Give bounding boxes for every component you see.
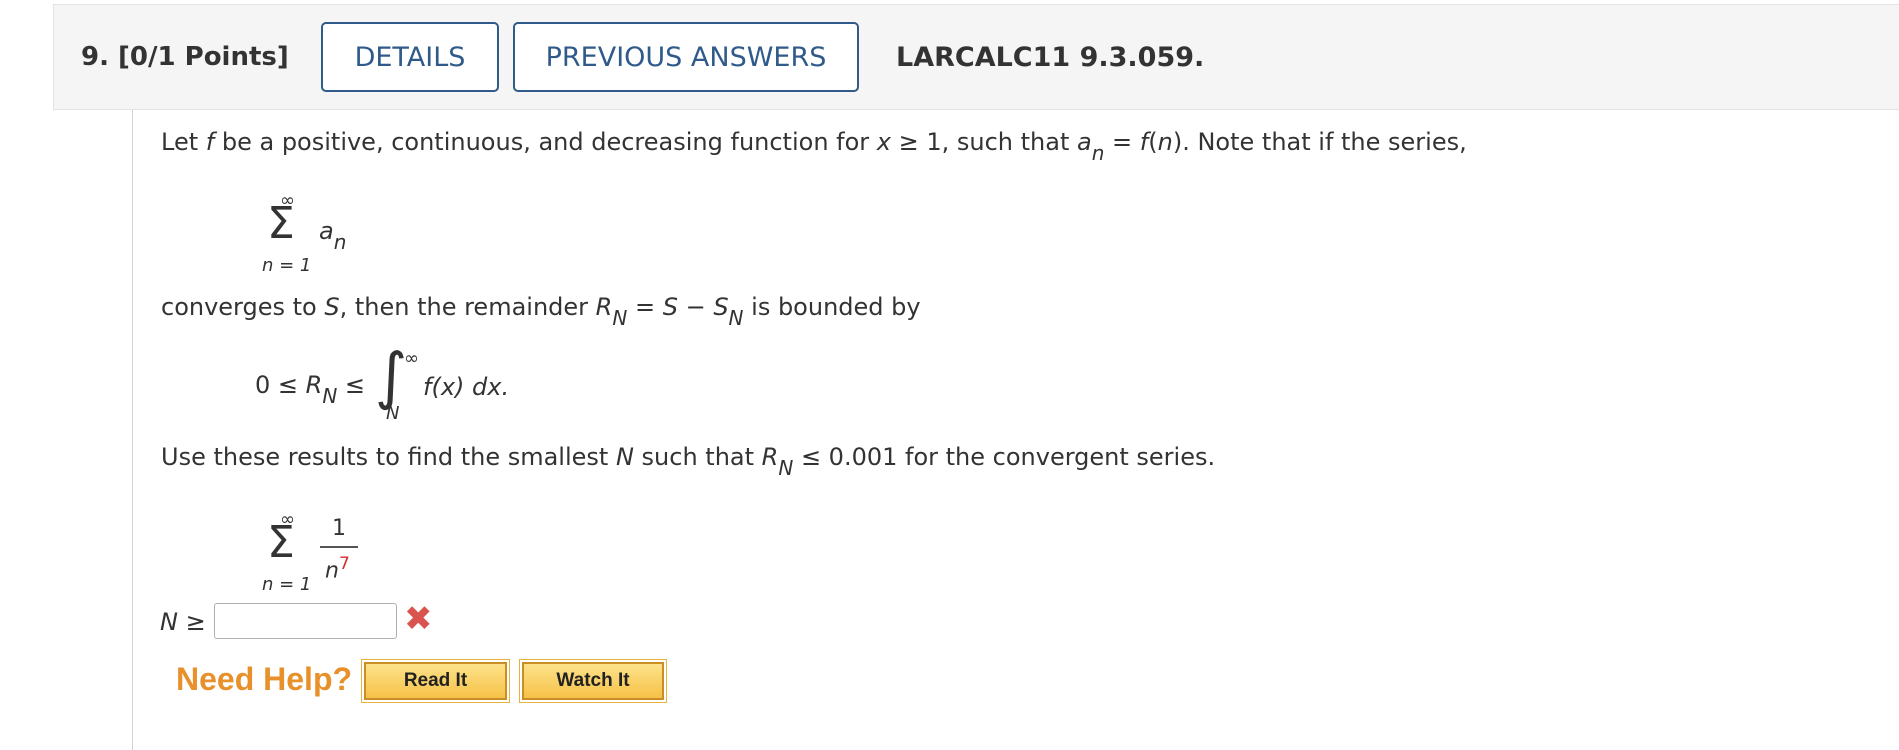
fraction-bar [320, 546, 358, 548]
fraction-numerator: 1 [332, 516, 346, 541]
details-button[interactable]: DETAILS [321, 22, 499, 92]
question-number-value: 9. [81, 42, 109, 72]
answer-input[interactable] [214, 603, 397, 639]
points-label: [0/1 Points] [118, 42, 289, 72]
integral-sign: ∫ [375, 339, 408, 412]
watch-it-button[interactable]: Watch It [519, 659, 667, 703]
problem-code: LARCALC11 9.3.059. [896, 42, 1205, 73]
question-number: 9. [0/1 Points] [81, 42, 289, 72]
sigma2-symbol: Σ [267, 517, 295, 568]
sum-lower-limit: n = 1 [262, 255, 312, 276]
need-help-label: Need Help? [176, 661, 353, 697]
integrand: f(x) dx. [423, 373, 510, 401]
sigma-symbol: Σ [267, 198, 295, 249]
problem-statement-line2: converges to S, then the remainder RN = … [161, 293, 921, 330]
exponent: 7 [338, 554, 350, 574]
problem-statement-line1: Let f be a positive, continuous, and dec… [161, 128, 1467, 165]
problem-statement-line3: Use these results to find the smallest N… [161, 443, 1216, 480]
content-left-border [132, 110, 133, 750]
series-term: an [319, 217, 347, 254]
inequality-lhs: 0 ≤ RN ≤ [255, 371, 366, 408]
x-mark-icon: ✖ [404, 599, 433, 639]
sum2-lower-limit: n = 1 [262, 574, 312, 595]
integral-lower-limit: N [386, 403, 400, 424]
previous-answers-button[interactable]: PREVIOUS ANSWERS [513, 22, 859, 92]
integral-upper-limit: ∞ [404, 348, 419, 369]
read-it-button[interactable]: Read It [361, 659, 510, 703]
fraction-denominator: n7 [325, 554, 350, 584]
answer-label: N ≥ [160, 608, 206, 636]
